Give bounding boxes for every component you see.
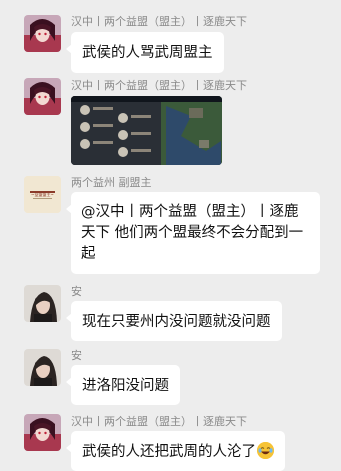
avatar-anime-girl[interactable] xyxy=(24,15,61,52)
message-bubble[interactable]: 武侯的人还把武周的人沦了 xyxy=(66,431,285,471)
laughing-with-tears-emoji-icon xyxy=(257,442,274,459)
avatar-alliance-text: ~益盟盟主~ xyxy=(31,192,54,197)
avatar-alliance-logo[interactable]: ~益盟盟主~ xyxy=(24,176,61,213)
message-sender: 安 xyxy=(71,285,82,298)
message-sender: 汉中丨两个益盟（盟主）丨逐鹿天下 xyxy=(71,415,247,428)
message-bubble[interactable]: 武侯的人骂武周盟主 xyxy=(66,32,224,73)
avatar-woman-photo[interactable] xyxy=(24,349,61,386)
message-bubble[interactable]: 进洛阳没问题 xyxy=(66,365,180,405)
message-sender: 安 xyxy=(71,349,82,362)
message-sender: 汉中丨两个益盟（盟主）丨逐鹿天下 xyxy=(71,79,247,92)
avatar-woman-photo[interactable] xyxy=(24,285,61,322)
message-bubble[interactable]: @汉中丨两个益盟（盟主）丨逐鹿天下 他们两个盟最终不会分配到一起 xyxy=(66,192,320,274)
avatar-anime-girl[interactable] xyxy=(24,78,61,115)
message-bubble[interactable]: 现在只要州内没问题就没问题 xyxy=(66,301,282,341)
avatar-anime-girl[interactable] xyxy=(24,414,61,451)
message-text: 武侯的人还把武周的人沦了 xyxy=(82,444,256,460)
message-sender: 汉中丨两个益盟（盟主）丨逐鹿天下 xyxy=(71,15,247,28)
message-sender: 两个益州 副盟主 xyxy=(71,176,152,189)
game-screenshot-image[interactable] xyxy=(71,96,222,165)
